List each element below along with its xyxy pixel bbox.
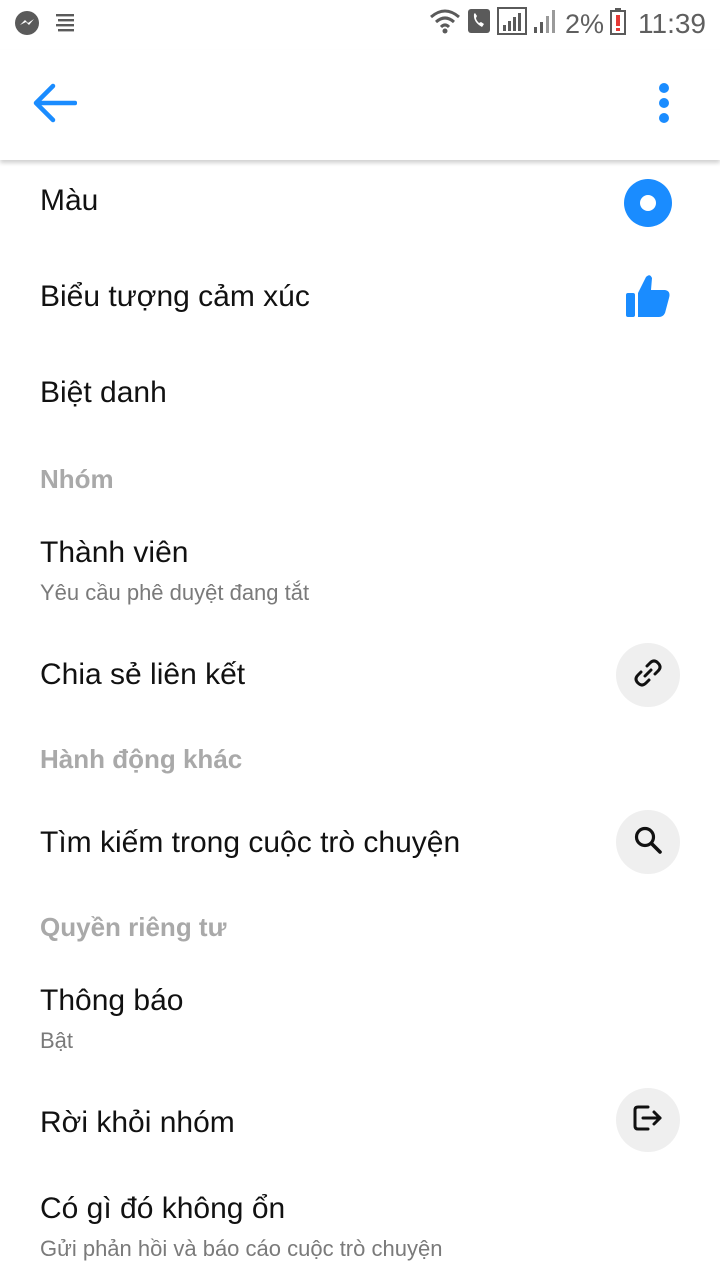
- section-header-other-actions: Hành động khác: [40, 744, 243, 774]
- search-button[interactable]: [616, 810, 680, 874]
- notification-lines-icon: [52, 10, 78, 41]
- signal-icon-2: [533, 7, 557, 42]
- arrow-back-icon: [31, 83, 78, 128]
- battery-low-icon: [610, 7, 626, 42]
- status-bar: 2% 11:39: [0, 0, 720, 50]
- setting-leave-group-label: Rời khỏi nhóm: [40, 1106, 235, 1139]
- call-icon: [467, 8, 491, 41]
- setting-share-link[interactable]: Chia sẻ liên kết: [0, 634, 720, 720]
- setting-notifications[interactable]: Thông báo Bật: [0, 970, 720, 1070]
- setting-members-label: Thành viên: [40, 536, 189, 569]
- status-right-icons: 2% 11:39: [429, 6, 706, 42]
- setting-nickname-label: Biệt danh: [40, 376, 167, 409]
- setting-color[interactable]: Màu: [0, 160, 720, 246]
- setting-search[interactable]: Tìm kiếm trong cuộc trò chuyện: [0, 802, 720, 888]
- search-icon: [633, 825, 663, 860]
- clock: 11:39: [638, 8, 706, 39]
- setting-something-wrong[interactable]: Có gì đó không ổn Gửi phản hồi và báo cá…: [0, 1178, 720, 1278]
- more-options-button[interactable]: [644, 78, 684, 132]
- setting-leave-group[interactable]: Rời khỏi nhóm: [0, 1082, 720, 1168]
- leave-icon: [632, 1103, 664, 1138]
- app-bar: [0, 50, 720, 160]
- wifi-icon: [429, 7, 461, 42]
- signal-icon: [496, 6, 527, 42]
- setting-share-link-label: Chia sẻ liên kết: [40, 658, 246, 691]
- setting-color-label: Màu: [40, 184, 99, 217]
- thumbs-up-icon: [624, 272, 672, 320]
- leave-group-button[interactable]: [616, 1088, 680, 1152]
- messenger-icon: [14, 10, 40, 41]
- setting-something-wrong-subtitle: Gửi phản hồi và báo cáo cuộc trò chuyện: [40, 1236, 443, 1261]
- conversation-settings-screen: 2% 11:39 Màu Biểu tượng cảm xúc Biệt dan…: [0, 0, 720, 1280]
- setting-emoji-label: Biểu tượng cảm xúc: [40, 280, 310, 313]
- setting-members[interactable]: Thành viên Yêu cầu phê duyệt đang tắt: [0, 522, 720, 622]
- setting-notifications-subtitle: Bật: [40, 1028, 74, 1053]
- setting-notifications-label: Thông báo: [40, 984, 184, 1017]
- battery-percent: 2%: [564, 8, 604, 39]
- setting-something-wrong-label: Có gì đó không ổn: [40, 1192, 286, 1225]
- share-link-button[interactable]: [616, 643, 680, 707]
- setting-nickname[interactable]: Biệt danh: [0, 354, 720, 440]
- back-button[interactable]: [22, 78, 86, 132]
- section-header-group: Nhóm: [40, 464, 114, 494]
- setting-members-subtitle: Yêu cầu phê duyệt đang tắt: [40, 580, 310, 605]
- setting-emoji[interactable]: Biểu tượng cảm xúc: [0, 256, 720, 342]
- section-header-privacy: Quyền riêng tư: [40, 912, 227, 942]
- color-dot-icon: [624, 179, 672, 227]
- status-left-icons: [14, 10, 78, 40]
- link-icon: [633, 658, 663, 693]
- more-vert-icon: [658, 82, 670, 129]
- setting-search-label: Tìm kiếm trong cuộc trò chuyện: [40, 826, 461, 859]
